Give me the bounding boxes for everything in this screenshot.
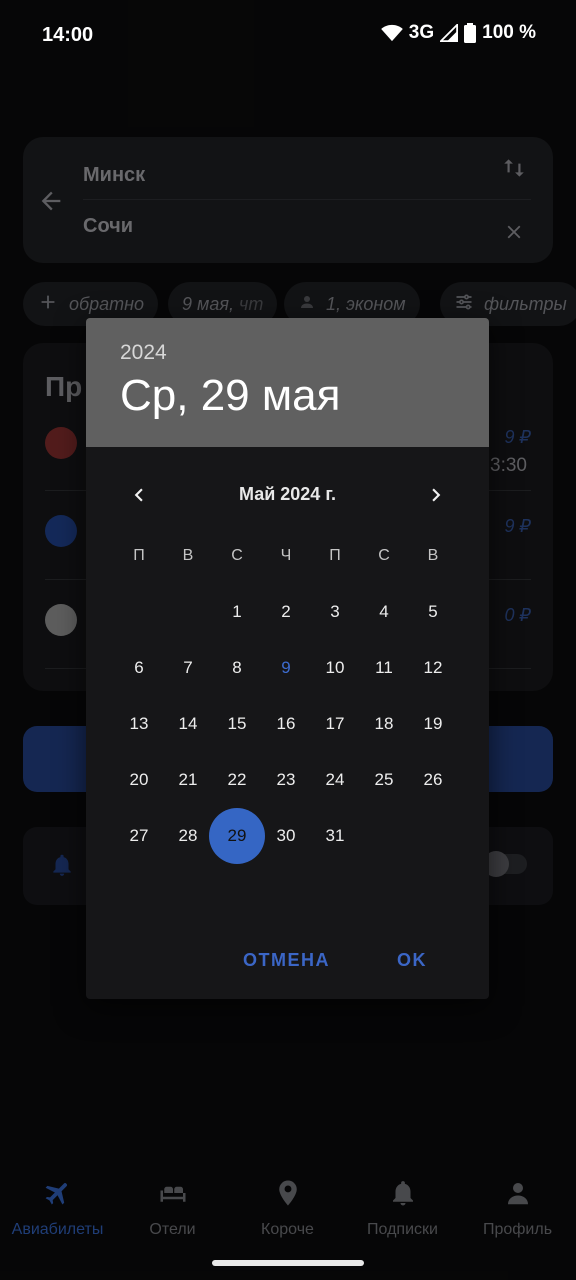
calendar-day[interactable]: 22 [209,752,265,808]
calendar-day[interactable]: 23 [258,752,314,808]
calendar-day[interactable]: 1 [209,584,265,640]
calendar-day[interactable]: 21 [160,752,216,808]
calendar-day[interactable]: 30 [258,808,314,864]
calendar-day[interactable]: 26 [405,752,461,808]
weekday-header: С [231,547,243,564]
date-picker-dialog: 2024 Ср, 29 мая Май 2024 г. ПВСЧПСВ 1234… [86,318,489,999]
dialog-actions: ОТМЕНА OK [86,944,489,984]
calendar-day[interactable]: 2 [258,584,314,640]
ok-button[interactable]: OK [397,950,427,971]
weekday-header: Ч [280,547,292,564]
calendar-day[interactable]: 8 [209,640,265,696]
weekday-header: П [133,547,145,564]
calendar-day[interactable]: 6 [111,640,167,696]
selected-date-title: Ср, 29 мая [120,371,341,420]
date-picker-header: 2024 Ср, 29 мая [86,318,489,447]
weekday-header: В [427,547,439,564]
weekday-header: С [378,547,390,564]
calendar-day[interactable]: 9 [258,640,314,696]
calendar-day[interactable]: 5 [405,584,461,640]
weekday-header: В [182,547,194,564]
battery-level: 100 % [482,22,536,43]
calendar-day[interactable]: 11 [356,640,412,696]
calendar-day[interactable]: 10 [307,640,363,696]
calendar-day[interactable]: 7 [160,640,216,696]
calendar-day[interactable]: 14 [160,696,216,752]
calendar-day[interactable]: 25 [356,752,412,808]
calendar-day[interactable]: 13 [111,696,167,752]
status-bar: 14:00 3G 100 % [0,0,576,70]
battery-icon [464,23,477,43]
calendar-day[interactable]: 17 [307,696,363,752]
calendar-day[interactable]: 20 [111,752,167,808]
calendar-day[interactable]: 18 [356,696,412,752]
calendar-day[interactable]: 31 [307,808,363,864]
calendar-day[interactable]: 28 [160,808,216,864]
network-type: 3G [408,22,435,43]
calendar-day[interactable]: 24 [307,752,363,808]
calendar-day[interactable]: 27 [111,808,167,864]
calendar-day[interactable]: 3 [307,584,363,640]
calendar-day-selected[interactable]: 29 [209,808,265,864]
cancel-button[interactable]: ОТМЕНА [243,950,330,971]
wifi-icon [380,24,403,42]
calendar-day[interactable]: 12 [405,640,461,696]
calendar-day[interactable]: 15 [209,696,265,752]
chevron-right-icon[interactable] [423,482,449,513]
cell-signal-icon [440,24,459,42]
year-selector[interactable]: 2024 [120,341,167,365]
status-time: 14:00 [42,24,94,46]
weekday-header: П [329,547,341,564]
calendar-day[interactable]: 4 [356,584,412,640]
month-navigation: Май 2024 г. [86,470,489,518]
calendar-day[interactable]: 16 [258,696,314,752]
home-indicator [212,1260,364,1266]
calendar-day[interactable]: 19 [405,696,461,752]
